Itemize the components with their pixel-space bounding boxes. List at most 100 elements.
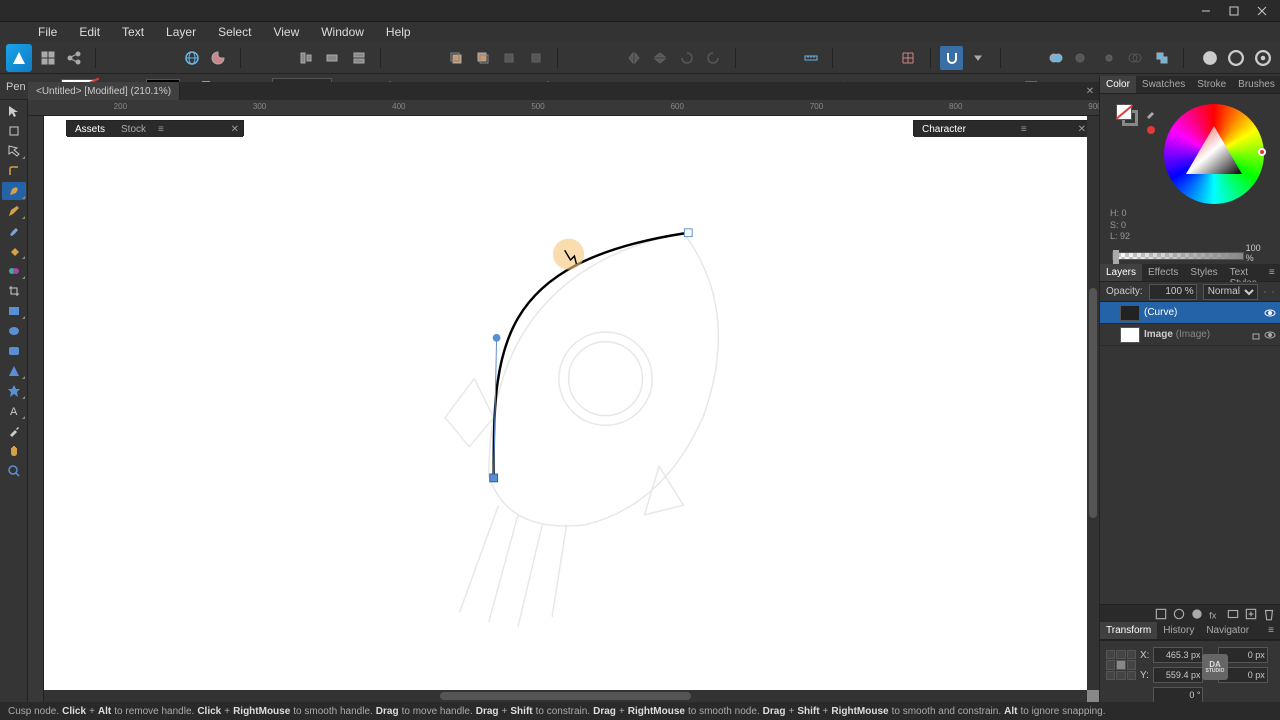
- effects-tab[interactable]: Effects: [1142, 264, 1184, 281]
- maximize-button[interactable]: [1220, 2, 1248, 20]
- minimize-button[interactable]: [1192, 2, 1220, 20]
- scrollbar-horizontal[interactable]: [44, 690, 1087, 702]
- eyedropper-tool-icon[interactable]: [2, 422, 26, 440]
- visibility-icon[interactable]: [1264, 329, 1276, 341]
- pencil-tool-icon[interactable]: [2, 202, 26, 220]
- character-tab[interactable]: Character: [918, 122, 970, 137]
- menu-file[interactable]: File: [28, 22, 67, 42]
- align-2-icon[interactable]: [321, 46, 344, 70]
- history-tab[interactable]: History: [1157, 622, 1200, 639]
- assets-tab[interactable]: Assets: [71, 122, 109, 137]
- menu-layer[interactable]: Layer: [156, 22, 206, 42]
- panel-menu-icon[interactable]: ≡: [1263, 264, 1280, 281]
- r-input[interactable]: [1153, 687, 1203, 703]
- lock-icon[interactable]: [1250, 329, 1262, 341]
- corner-tool-icon[interactable]: [2, 162, 26, 180]
- boolean-intersect-icon[interactable]: [1098, 46, 1121, 70]
- transform-tab[interactable]: Transform: [1100, 622, 1157, 639]
- menu-select[interactable]: Select: [208, 22, 261, 42]
- shape-rounded-icon[interactable]: [2, 342, 26, 360]
- shape-star-icon[interactable]: [2, 382, 26, 400]
- move-tool-icon[interactable]: [2, 102, 26, 120]
- persona-1-icon[interactable]: [1198, 46, 1221, 70]
- artboard-tool-icon[interactable]: [2, 122, 26, 140]
- persona-3-icon[interactable]: [1251, 46, 1274, 70]
- group-icon[interactable]: [1226, 607, 1240, 621]
- layers-tab[interactable]: Layers: [1100, 264, 1142, 281]
- menu-text[interactable]: Text: [112, 22, 154, 42]
- add-layer-icon[interactable]: [1244, 607, 1258, 621]
- align-3-icon[interactable]: [348, 46, 371, 70]
- lock-icon[interactable]: [1264, 286, 1266, 298]
- order-4-icon[interactable]: [525, 46, 548, 70]
- panel-menu-icon[interactable]: ≡: [1262, 622, 1280, 639]
- adjustment-icon[interactable]: [1190, 607, 1204, 621]
- panel-menu-icon[interactable]: ≡: [1021, 124, 1027, 135]
- align-1-icon[interactable]: [294, 46, 317, 70]
- x-input[interactable]: [1153, 647, 1203, 663]
- hand-tool-icon[interactable]: [2, 442, 26, 460]
- share-icon[interactable]: [63, 46, 86, 70]
- delete-layer-icon[interactable]: [1262, 607, 1276, 621]
- eyedropper-icon[interactable]: [1144, 106, 1158, 120]
- navigator-tab[interactable]: Navigator: [1200, 622, 1255, 639]
- layer-row-image[interactable]: Image (Image): [1100, 324, 1280, 346]
- flip-v-icon[interactable]: [649, 46, 672, 70]
- y-input[interactable]: [1153, 667, 1203, 683]
- rotate-ccw-icon[interactable]: [702, 46, 725, 70]
- snap-magnet-icon[interactable]: [940, 46, 963, 70]
- persona-2-icon[interactable]: [1225, 46, 1248, 70]
- blend-mode-select[interactable]: Normal: [1203, 284, 1258, 300]
- flip-h-icon[interactable]: [622, 46, 645, 70]
- boolean-add-icon[interactable]: [1045, 46, 1068, 70]
- text-tool-icon[interactable]: A: [2, 402, 26, 420]
- layer-fx-icon[interactable]: [1272, 286, 1274, 298]
- transparency-tool-icon[interactable]: [2, 262, 26, 280]
- menu-help[interactable]: Help: [376, 22, 421, 42]
- rotate-cw-icon[interactable]: [675, 46, 698, 70]
- fill-stroke-toggle[interactable]: [1116, 104, 1138, 126]
- brush-tool-icon[interactable]: [2, 222, 26, 240]
- palette-icon[interactable]: [207, 46, 230, 70]
- shape-triangle-icon[interactable]: [2, 362, 26, 380]
- layer-row-curve[interactable]: (Curve): [1100, 302, 1280, 324]
- anchor-selector[interactable]: [1106, 650, 1136, 680]
- visibility-icon[interactable]: [1264, 307, 1276, 319]
- boolean-xor-icon[interactable]: [1124, 46, 1147, 70]
- snap-dropdown-icon[interactable]: [967, 46, 990, 70]
- close-button[interactable]: [1248, 2, 1276, 20]
- crop-tool-icon[interactable]: [2, 282, 26, 300]
- menu-view[interactable]: View: [263, 22, 309, 42]
- swatches-tab[interactable]: Swatches: [1136, 76, 1191, 93]
- stock-tab[interactable]: Stock: [117, 122, 150, 137]
- ruler-icon[interactable]: [799, 46, 822, 70]
- panel-menu-icon[interactable]: ≡: [158, 124, 164, 135]
- canvas[interactable]: Assets Stock ≡ ✕ Character ≡ ✕: [44, 116, 1099, 690]
- grid-icon[interactable]: [36, 46, 59, 70]
- textstyles-tab[interactable]: Text Styles: [1224, 264, 1263, 281]
- brushes-tab[interactable]: Brushes: [1232, 76, 1280, 93]
- boolean-divide-icon[interactable]: [1151, 46, 1174, 70]
- order-3-icon[interactable]: [498, 46, 521, 70]
- edit-layer-icon[interactable]: [1154, 607, 1168, 621]
- character-panel[interactable]: Character ≡ ✕: [913, 120, 1091, 136]
- scrollbar-vertical[interactable]: [1087, 116, 1099, 690]
- stroke-tab[interactable]: Stroke: [1191, 76, 1232, 93]
- globe-icon[interactable]: [180, 46, 203, 70]
- color-wheel[interactable]: [1164, 104, 1264, 204]
- mask-icon[interactable]: [1172, 607, 1186, 621]
- order-back-icon[interactable]: [472, 46, 495, 70]
- node-tool-icon[interactable]: [2, 142, 26, 160]
- color-tab[interactable]: Color: [1100, 76, 1136, 93]
- tab-close-icon[interactable]: ✕: [1083, 84, 1097, 98]
- shape-rect-icon[interactable]: [2, 302, 26, 320]
- document-tab[interactable]: <Untitled> [Modified] (210.1%): [28, 82, 180, 100]
- snap-grid-icon[interactable]: [897, 46, 920, 70]
- styles-tab[interactable]: Styles: [1184, 264, 1223, 281]
- zoom-tool-icon[interactable]: [2, 462, 26, 480]
- panel-close-icon[interactable]: ✕: [1078, 124, 1086, 135]
- menu-edit[interactable]: Edit: [69, 22, 110, 42]
- order-front-icon[interactable]: [445, 46, 468, 70]
- boolean-subtract-icon[interactable]: [1071, 46, 1094, 70]
- layer-opacity-input[interactable]: [1149, 284, 1197, 300]
